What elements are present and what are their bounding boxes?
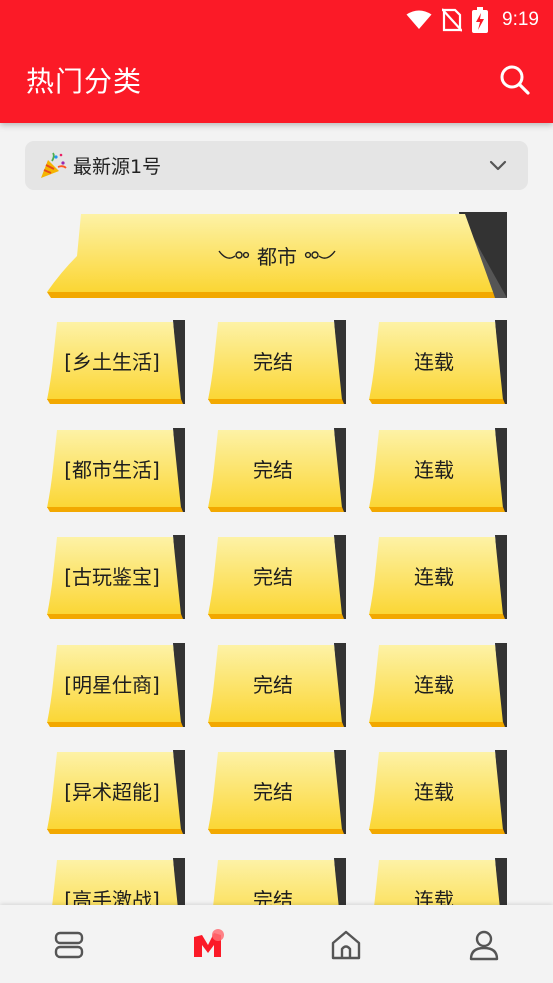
category-icon[interactable]: [190, 927, 226, 963]
serializing-tag[interactable]: 连载: [369, 535, 509, 621]
bookshelf-icon[interactable]: [51, 927, 87, 963]
category-tag[interactable]: [异术超能]: [47, 750, 187, 836]
status-bar: 9:19: [406, 6, 539, 34]
serializing-tag[interactable]: 连载: [369, 750, 509, 836]
completed-tag[interactable]: 完结: [208, 320, 348, 406]
tag-label: 连载: [414, 779, 454, 804]
chevron-down-icon: [489, 160, 507, 171]
completed-tag[interactable]: 完结: [208, 428, 348, 514]
tag-label: 完结: [253, 349, 293, 374]
tag-label: 完结: [253, 564, 293, 589]
battery-charging-icon: [472, 7, 489, 33]
ornament-right-icon: [304, 250, 336, 259]
tag-label: 连载: [414, 349, 454, 374]
ornament-left-icon: [218, 250, 250, 259]
serializing-tag[interactable]: 连载: [369, 320, 509, 406]
banner-label-row: 都市: [47, 212, 507, 298]
source-label: 最新源1号: [73, 156, 162, 178]
tag-label: [都市生活]: [64, 457, 160, 482]
category-tag[interactable]: [明星仕商]: [47, 643, 187, 729]
tag-label: 连载: [414, 564, 454, 589]
completed-tag[interactable]: 完结: [208, 750, 348, 836]
category-tag[interactable]: [都市生活]: [47, 428, 187, 514]
app-bar: 9:19 热门分类: [0, 0, 553, 123]
tag-label: 完结: [253, 779, 293, 804]
completed-tag[interactable]: 完结: [208, 643, 348, 729]
status-time: 9:19: [502, 9, 539, 30]
banner-label: 都市: [257, 244, 297, 269]
tag-label: [古玩鉴宝]: [64, 564, 160, 589]
category-tag[interactable]: [乡土生活]: [47, 320, 187, 406]
tag-label: 完结: [253, 672, 293, 697]
tag-label: [乡土生活]: [64, 349, 160, 374]
wifi-icon: [406, 10, 432, 29]
tag-label: 连载: [414, 672, 454, 697]
tag-label: [明星仕商]: [64, 672, 160, 697]
completed-tag[interactable]: 完结: [208, 535, 348, 621]
page-title: 热门分类: [26, 65, 143, 98]
tag-label: [异术超能]: [64, 779, 160, 804]
serializing-tag[interactable]: 连载: [369, 428, 509, 514]
profile-icon[interactable]: [466, 927, 502, 963]
tag-label: 连载: [414, 457, 454, 482]
category-tag[interactable]: [古玩鉴宝]: [47, 535, 187, 621]
party-popper-icon: [41, 152, 67, 178]
category-banner[interactable]: 都市: [47, 212, 507, 298]
tag-label: 完结: [253, 457, 293, 482]
no-sim-icon: [442, 8, 463, 32]
search-icon[interactable]: [499, 64, 531, 96]
bottom-nav: [0, 905, 553, 983]
source-dropdown[interactable]: 最新源1号: [25, 141, 528, 190]
serializing-tag[interactable]: 连载: [369, 643, 509, 729]
home-icon[interactable]: [328, 927, 364, 963]
